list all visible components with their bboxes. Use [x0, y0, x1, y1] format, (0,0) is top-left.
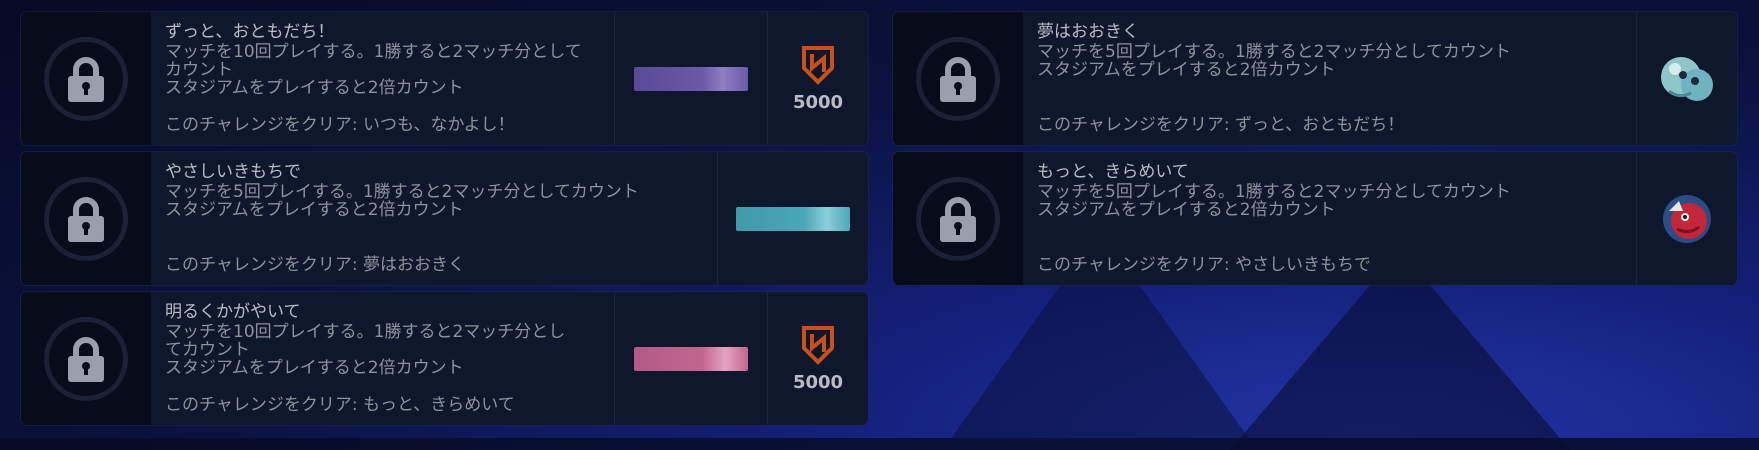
banner-reward-preview — [634, 66, 748, 91]
desc-line: カウント — [165, 60, 233, 80]
banner-reward-preview — [634, 346, 748, 371]
challenge-title: 明るくかがやいて — [165, 302, 301, 322]
challenge-title: ずっと、おともだち！ — [165, 22, 335, 42]
desc-line: マッチを5回プレイする。1勝すると2マッチ分としてカウント — [1037, 42, 1511, 62]
lock-ring — [916, 176, 1000, 261]
desc-line: マッチを10回プレイする。1勝すると2マッチ分として — [165, 42, 582, 62]
clear-requirement: このチャレンジをクリア: やさしいきもちで — [1037, 255, 1371, 275]
challenge-text: 明るくかがやいて マッチを10回プレイする。1勝すると2マッチ分とし てカウント… — [151, 292, 614, 425]
desc-line: スタジアムをプレイすると2倍カウント — [1037, 200, 1336, 220]
red-creature-sticker — [1663, 194, 1711, 243]
desc-line: マッチを10回プレイする。1勝すると2マッチ分とし — [165, 322, 566, 342]
challenge-card[interactable]: もっと、きらめいて マッチを5回プレイする。1勝すると2マッチ分としてカウント … — [893, 152, 1737, 285]
challenge-text: ずっと、おともだち！ マッチを10回プレイする。1勝すると2マッチ分として カウ… — [151, 12, 614, 145]
clear-requirement: このチャレンジをクリア: 夢はおおきく — [165, 255, 465, 275]
currency-amount: 5000 — [792, 92, 844, 113]
desc-line: てカウント — [165, 340, 250, 360]
lock-icon — [68, 196, 104, 242]
shield-currency-icon — [802, 326, 834, 365]
challenge-card[interactable]: 夢はおおきく マッチを5回プレイする。1勝すると2マッチ分としてカウント スタジ… — [893, 12, 1737, 145]
challenge-card[interactable]: ずっと、おともだち！ マッチを10回プレイする。1勝すると2マッチ分として カウ… — [21, 12, 868, 145]
desc-line: スタジアムをプレイすると2倍カウント — [165, 200, 464, 220]
challenge-description: マッチを5回プレイする。1勝すると2マッチ分としてカウント スタジアムをプレイす… — [1037, 183, 1622, 219]
lock-icon — [68, 336, 104, 382]
challenge-text: やさしいきもちで マッチを5回プレイする。1勝すると2マッチ分としてカウント ス… — [151, 152, 717, 285]
lock-ring — [44, 36, 128, 121]
challenge-card[interactable]: やさしいきもちで マッチを5回プレイする。1勝すると2マッチ分としてカウント ス… — [21, 152, 868, 285]
challenge-title: やさしいきもちで — [165, 162, 301, 182]
sticker-reward[interactable] — [1636, 12, 1737, 145]
challenge-description: マッチを10回プレイする。1勝すると2マッチ分として カウント スタジアムをプレ… — [165, 43, 600, 97]
shield-currency-icon — [802, 46, 834, 85]
challenge-title: 夢はおおきく — [1037, 22, 1139, 42]
desc-line: スタジアムをプレイすると2倍カウント — [165, 78, 464, 98]
challenge-description: マッチを10回プレイする。1勝すると2マッチ分とし てカウント スタジアムをプレ… — [165, 323, 600, 377]
desc-line: マッチを5回プレイする。1勝すると2マッチ分としてカウント — [165, 182, 639, 202]
lock-cell — [893, 152, 1023, 285]
lock-icon — [940, 196, 976, 242]
blue-creature-sticker — [1661, 56, 1713, 101]
clear-requirement: このチャレンジをクリア: もっと、きらめいて — [165, 395, 515, 415]
clear-requirement: このチャレンジをクリア: いつも、なかよし！ — [165, 115, 515, 135]
lock-icon — [940, 56, 976, 102]
lock-ring — [916, 36, 1000, 121]
lock-icon — [68, 56, 104, 102]
lock-cell — [21, 12, 151, 145]
currency-amount: 5000 — [792, 372, 844, 393]
lock-cell — [21, 292, 151, 425]
banner-reward[interactable] — [614, 12, 767, 145]
desc-line: スタジアムをプレイすると2倍カウント — [1037, 60, 1336, 80]
currency-reward[interactable]: 5000 — [767, 292, 868, 425]
challenge-title: もっと、きらめいて — [1037, 162, 1189, 182]
desc-line: スタジアムをプレイすると2倍カウント — [165, 358, 464, 378]
lock-cell — [21, 152, 151, 285]
currency-reward[interactable]: 5000 — [767, 12, 868, 145]
challenge-text: もっと、きらめいて マッチを5回プレイする。1勝すると2マッチ分としてカウント … — [1023, 152, 1636, 285]
challenge-text: 夢はおおきく マッチを5回プレイする。1勝すると2マッチ分としてカウント スタジ… — [1023, 12, 1636, 145]
sticker-reward[interactable] — [1636, 152, 1737, 285]
challenge-card[interactable]: 明るくかがやいて マッチを10回プレイする。1勝すると2マッチ分とし てカウント… — [21, 292, 868, 425]
challenge-description: マッチを5回プレイする。1勝すると2マッチ分としてカウント スタジアムをプレイす… — [165, 183, 703, 219]
banner-reward-preview — [736, 206, 850, 231]
desc-line: マッチを5回プレイする。1勝すると2マッチ分としてカウント — [1037, 182, 1511, 202]
lock-ring — [44, 316, 128, 401]
challenge-description: マッチを5回プレイする。1勝すると2マッチ分としてカウント スタジアムをプレイす… — [1037, 43, 1622, 79]
lock-cell — [893, 12, 1023, 145]
banner-reward[interactable] — [717, 152, 868, 285]
lock-ring — [44, 176, 128, 261]
banner-reward[interactable] — [614, 292, 767, 425]
clear-requirement: このチャレンジをクリア: ずっと、おともだち！ — [1037, 115, 1405, 135]
